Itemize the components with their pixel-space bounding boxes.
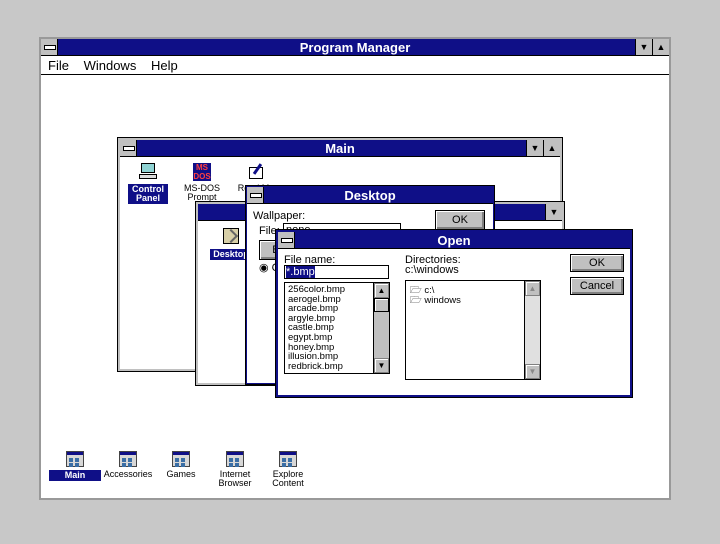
desktop-titlebar[interactable]: Desktop	[247, 187, 493, 204]
scroll-up-icon[interactable]: ▲	[525, 281, 540, 296]
msdos-icon: MS DOS	[193, 163, 211, 181]
group-label-accessories: Accessories	[103, 469, 153, 479]
dir-item-windows[interactable]: 🗁 windows	[410, 293, 461, 309]
program-group-icon	[66, 451, 84, 467]
open-ok-button[interactable]: OK	[570, 254, 624, 272]
maximize-icon[interactable]: ▲	[652, 39, 669, 55]
main-titlebar[interactable]: Main ▼ ▲	[120, 140, 560, 157]
computer-icon	[138, 163, 158, 181]
scroll-down-icon[interactable]: ▼	[374, 358, 389, 373]
group-icon-explore-content[interactable]: Explore Content	[260, 451, 316, 488]
ms-dos-prompt-label: MS-DOS Prompt	[184, 183, 220, 202]
menu-windows[interactable]: Windows	[84, 58, 137, 73]
main-title: Main	[325, 141, 355, 156]
system-menu-icon[interactable]	[41, 39, 58, 55]
system-menu-icon[interactable]	[247, 187, 264, 203]
file-name-input[interactable]: *.bmp	[284, 265, 389, 279]
system-menu-icon[interactable]	[120, 140, 137, 156]
open-titlebar[interactable]: Open	[278, 232, 630, 249]
minimize-icon[interactable]: ▼	[526, 140, 543, 156]
scroll-thumb[interactable]	[374, 298, 389, 312]
scroll-up-icon[interactable]: ▲	[374, 283, 389, 298]
group-label-internet-browser: Internet Browser	[218, 469, 252, 488]
wallpaper-label: Wallpaper:	[253, 210, 306, 222]
group-icon-main[interactable]: Main	[47, 451, 103, 481]
program-group-icon	[279, 451, 297, 467]
menu-help[interactable]: Help	[151, 58, 178, 73]
desktop-ok-button[interactable]: OK	[435, 210, 485, 230]
current-directory: c:\windows	[405, 264, 459, 276]
program-group-icon	[119, 451, 137, 467]
open-folder-icon: 🗁	[410, 295, 422, 306]
scroll-down-icon[interactable]: ▼	[525, 364, 540, 379]
directory-list[interactable]: 🗁 c:\ 🗁 windows ▲ ▼	[405, 280, 541, 380]
open-title: Open	[437, 233, 471, 248]
group-icon-internet-browser[interactable]: Internet Browser	[207, 451, 263, 488]
system-menu-icon[interactable]	[278, 232, 295, 248]
maximize-icon[interactable]: ▲	[543, 140, 560, 156]
open-dialog: Open File name: *.bmp 256color.bmp aeroge…	[275, 229, 633, 398]
desktop-title: Desktop	[344, 188, 396, 203]
file-name-value: *.bmp	[286, 266, 315, 278]
program-manager-titlebar[interactable]: Program Manager ▼ ▲	[41, 39, 669, 56]
program-group-icon	[172, 451, 190, 467]
group-label-main: Main	[49, 470, 101, 481]
minimize-icon[interactable]: ▼	[545, 204, 562, 220]
open-cancel-button[interactable]: Cancel	[570, 277, 624, 295]
file-list-scrollbar[interactable]: ▲ ▼	[373, 283, 389, 373]
directory-scrollbar[interactable]: ▲ ▼	[524, 281, 540, 379]
file-list[interactable]: 256color.bmp aerogel.bmp arcade.bmp argyle.…	[284, 282, 390, 374]
file-list-items: 256color.bmp aerogel.bmp arcade.bmp argyle.…	[288, 285, 371, 371]
dir-label-windows: windows	[424, 295, 461, 306]
ms-dos-prompt-icon[interactable]: MS DOS MS-DOS Prompt	[174, 163, 230, 202]
minimize-icon[interactable]: ▼	[635, 39, 652, 55]
menu-bar: File Windows Help	[41, 57, 669, 75]
radio-icon: ◉	[259, 262, 269, 274]
control-panel-icon[interactable]: Control Panel	[120, 163, 176, 204]
control-panel-label: Control Panel	[128, 184, 168, 204]
group-icon-accessories[interactable]: Accessories	[100, 451, 156, 479]
menu-file[interactable]: File	[48, 58, 69, 73]
group-icon-games[interactable]: Games	[153, 451, 209, 479]
group-label-games: Games	[166, 469, 196, 479]
pen-document-icon	[246, 163, 266, 181]
program-manager-title: Program Manager	[299, 40, 411, 55]
program-group-icon	[226, 451, 244, 467]
group-label-explore-content: Explore Content	[272, 469, 304, 488]
desktop-icon	[221, 228, 241, 246]
